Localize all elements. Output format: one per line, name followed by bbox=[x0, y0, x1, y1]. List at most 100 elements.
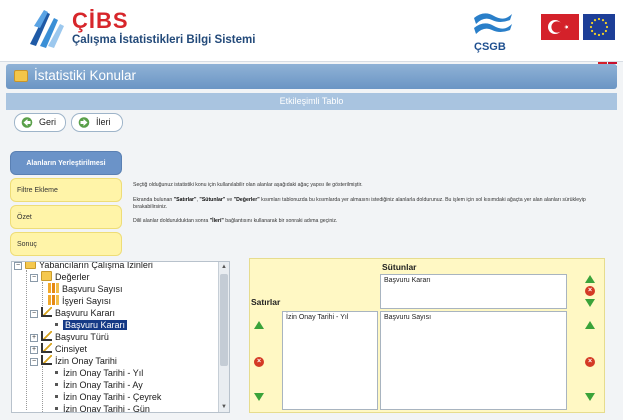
instruction-text: Dilil alanlar doldurulduktan sonra bbox=[133, 218, 210, 224]
tree-connector bbox=[42, 366, 43, 412]
next-button[interactable]: İleri bbox=[71, 113, 123, 132]
tree-node-application-count[interactable]: Başvuru Sayısı bbox=[48, 283, 123, 295]
page-title: İstatistiki Konular bbox=[34, 68, 137, 83]
scrollbar-thumb[interactable] bbox=[220, 274, 228, 366]
collapse-icon[interactable]: − bbox=[14, 262, 22, 270]
folder-icon bbox=[41, 271, 52, 281]
arrow-right-icon bbox=[78, 117, 90, 128]
page-subtitle: Etkileşimli Tablo bbox=[6, 93, 617, 110]
tree-node-approval-year[interactable]: İzin Onay Tarihi - Yıl bbox=[52, 367, 143, 379]
values-move-down-button[interactable] bbox=[585, 393, 596, 403]
dimension-icon bbox=[41, 331, 52, 341]
expand-icon[interactable]: + bbox=[30, 334, 38, 342]
values-remove-button[interactable]: × bbox=[585, 357, 596, 367]
tree-node-values[interactable]: − Değerler bbox=[30, 271, 90, 283]
csgb-logo-icon bbox=[474, 13, 512, 34]
field-tree[interactable]: − Yabancıların Çalışma İzinleri − Değerler… bbox=[11, 261, 230, 413]
rows-move-down-button[interactable] bbox=[254, 393, 265, 403]
measure-icon bbox=[48, 295, 59, 305]
tree-node-label: İzin Onay Tarihi - Çeyrek bbox=[63, 392, 162, 402]
scroll-down-icon[interactable]: ▼ bbox=[220, 403, 228, 411]
leaf-bullet-icon bbox=[55, 407, 58, 410]
collapse-icon[interactable]: − bbox=[30, 358, 38, 366]
tree-node-label: İzin Onay Tarihi - Ay bbox=[63, 380, 143, 390]
tree-connector bbox=[26, 270, 27, 410]
columns-field-item[interactable]: Başvuru Kararı bbox=[384, 277, 431, 284]
tree-node-workplace-count[interactable]: İşyeri Sayısı bbox=[48, 295, 111, 307]
arrow-up-icon bbox=[585, 321, 595, 329]
columns-drop-box[interactable]: Başvuru Kararı bbox=[380, 274, 567, 309]
instruction-text: bağlantısını kullanarak bir sonraki adım… bbox=[223, 218, 338, 224]
back-button[interactable]: Geri bbox=[14, 113, 66, 132]
app-subtitle: Çalışma İstatistikleri Bilgi Sistemi bbox=[72, 34, 256, 46]
instruction-columns-keyword: "Sütunlar" bbox=[199, 197, 226, 203]
arrow-down-icon bbox=[254, 393, 264, 401]
values-field-item[interactable]: Başvuru Sayısı bbox=[384, 314, 431, 321]
tree-node-approval-month[interactable]: İzin Onay Tarihi - Ay bbox=[52, 379, 143, 391]
tree-node-label: İzin Onay Tarihi bbox=[55, 356, 117, 366]
tree-node-label: İzin Onay Tarihi - Gün bbox=[63, 404, 150, 413]
collapse-icon[interactable]: − bbox=[30, 274, 38, 282]
values-drop-box[interactable]: Başvuru Sayısı bbox=[380, 311, 567, 410]
tree-node-label: İşyeri Sayısı bbox=[62, 296, 112, 306]
tree-node-gender[interactable]: + Cinsiyet bbox=[30, 343, 87, 355]
dimension-icon bbox=[41, 343, 52, 353]
tree-node-label: Başvuru Türü bbox=[55, 332, 109, 342]
tree-node-label: Cinsiyet bbox=[55, 344, 88, 354]
scroll-up-icon[interactable]: ▲ bbox=[220, 263, 228, 271]
tree-node-application-decision-leaf[interactable]: Başvuru Kararı bbox=[52, 319, 128, 331]
rows-field-item[interactable]: İzin Onay Tarihi - Yıl bbox=[286, 314, 348, 321]
columns-label: Sütunlar bbox=[382, 262, 417, 272]
columns-remove-button[interactable]: × bbox=[585, 286, 596, 296]
instruction-paragraph-3: Dilil alanlar doldurulduktan sonra "İler… bbox=[133, 218, 618, 225]
tree-node-application-type[interactable]: + Başvuru Türü bbox=[30, 331, 109, 343]
dimension-icon bbox=[41, 355, 52, 365]
columns-move-down-button[interactable] bbox=[585, 299, 596, 309]
tree-node-label: İzin Onay Tarihi - Yıl bbox=[63, 368, 144, 378]
app-header: ÇİBS Çalışma İstatistikleri Bilgi Sistem… bbox=[0, 0, 623, 68]
folder-icon bbox=[14, 70, 28, 82]
instruction-next-keyword: "İleri" bbox=[209, 218, 224, 224]
cibs-logo-icon bbox=[30, 10, 64, 48]
tree-node-label: Değerler bbox=[55, 272, 90, 282]
tree-node-approval-day[interactable]: İzin Onay Tarihi - Gün bbox=[52, 403, 150, 413]
instruction-rows-keyword: "Satırlar" bbox=[173, 197, 197, 203]
values-move-up-button[interactable] bbox=[585, 321, 596, 331]
collapse-icon[interactable]: − bbox=[30, 310, 38, 318]
tree-node-label: Yabancıların Çalışma İzinleri bbox=[39, 261, 153, 270]
tree-node-label: Başvuru Kararı bbox=[63, 320, 128, 330]
step-add-filter[interactable]: Filtre Ekleme bbox=[10, 178, 122, 202]
folder-icon bbox=[25, 262, 36, 269]
next-button-label: İleri bbox=[96, 117, 111, 127]
tree-node-approval-date[interactable]: − İzin Onay Tarihi bbox=[30, 355, 117, 367]
tree-node-application-decision[interactable]: − Başvuru Kararı bbox=[30, 307, 115, 319]
rows-drop-box[interactable]: İzin Onay Tarihi - Yıl bbox=[282, 311, 378, 410]
instruction-text: ve bbox=[225, 197, 234, 203]
back-button-label: Geri bbox=[39, 117, 57, 127]
arrow-down-icon bbox=[585, 393, 595, 401]
rows-move-up-button[interactable] bbox=[254, 321, 265, 331]
tree-node-approval-quarter[interactable]: İzin Onay Tarihi - Çeyrek bbox=[52, 391, 161, 403]
instruction-values-keyword: "Değerler" bbox=[233, 197, 260, 203]
eu-flag-icon bbox=[583, 14, 615, 40]
columns-move-up-button[interactable] bbox=[585, 275, 596, 285]
leaf-bullet-icon bbox=[55, 395, 58, 398]
step-summary[interactable]: Özet bbox=[10, 205, 122, 229]
tree-node-label: Başvuru Sayısı bbox=[62, 284, 123, 294]
rows-remove-button[interactable]: × bbox=[254, 357, 265, 367]
app-name: ÇİBS bbox=[72, 8, 129, 33]
measure-icon bbox=[48, 283, 59, 293]
leaf-bullet-icon bbox=[55, 323, 58, 326]
tree-scrollbar[interactable]: ▲ ▼ bbox=[218, 262, 229, 412]
turkey-flag-icon bbox=[541, 14, 579, 40]
step-place-fields[interactable]: Alanların Yerleştirilmesi bbox=[10, 151, 122, 175]
step-result[interactable]: Sonuç bbox=[10, 232, 122, 256]
arrow-down-icon bbox=[585, 299, 595, 307]
remove-icon: × bbox=[254, 357, 264, 367]
remove-icon: × bbox=[585, 357, 595, 367]
tree-node-label: Başvuru Kararı bbox=[55, 308, 116, 318]
instruction-paragraph-2: Ekranda bulunan "Satırlar", "Sütunlar" v… bbox=[133, 197, 618, 210]
tree-node-root[interactable]: − Yabancıların Çalışma İzinleri bbox=[14, 261, 153, 271]
leaf-bullet-icon bbox=[55, 371, 58, 374]
expand-icon[interactable]: + bbox=[30, 346, 38, 354]
